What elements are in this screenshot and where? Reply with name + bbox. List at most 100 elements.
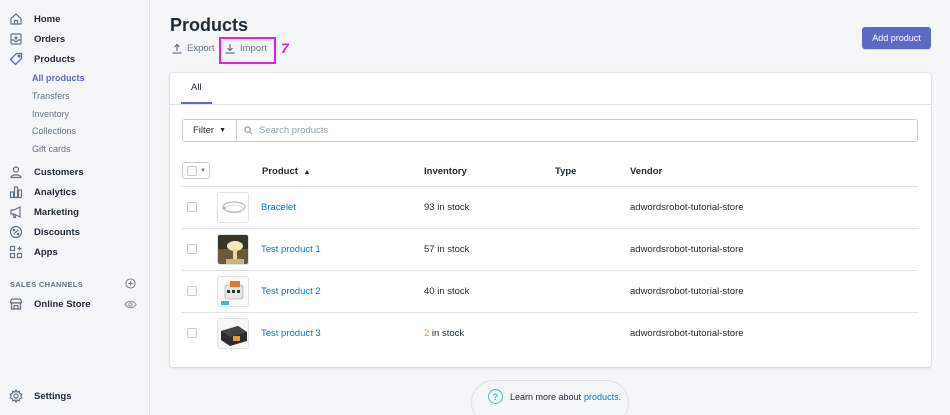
eye-icon[interactable] bbox=[124, 299, 137, 310]
nav-home[interactable]: Home bbox=[8, 10, 60, 28]
subnav-gift-cards[interactable]: Gift cards bbox=[32, 144, 71, 154]
tag-icon bbox=[8, 51, 24, 67]
tab-divider bbox=[170, 104, 931, 105]
export-label: Export bbox=[187, 43, 215, 54]
learn-more-text: Learn more about bbox=[510, 391, 582, 402]
column-product[interactable]: Product ▲ bbox=[262, 166, 310, 177]
person-icon bbox=[8, 164, 24, 180]
product-thumbnail-test-product-1 bbox=[217, 234, 249, 265]
search-input[interactable] bbox=[259, 125, 859, 136]
import-highlight-box bbox=[219, 37, 276, 64]
caret-down-icon: ▼ bbox=[200, 167, 206, 174]
inventory-cell: 93 in stock bbox=[424, 202, 469, 213]
nav-discounts-label: Discounts bbox=[34, 226, 80, 238]
nav-analytics-label: Analytics bbox=[34, 186, 77, 198]
learn-more-box: ? Learn more about products. bbox=[471, 380, 629, 415]
nav-products-label: Products bbox=[34, 53, 76, 65]
inventory-count: 93 bbox=[424, 202, 435, 213]
learn-more-link[interactable]: products. bbox=[584, 392, 621, 402]
caret-down-icon: ▼ bbox=[219, 127, 227, 134]
add-product-button[interactable]: Add product bbox=[862, 27, 931, 49]
vendor-cell: adwordsrobot-tutorial-store bbox=[630, 202, 744, 213]
inventory-suffix: in stock bbox=[434, 286, 470, 297]
bulk-select-checkbox[interactable]: ▼ bbox=[182, 162, 210, 179]
tab-all[interactable]: All bbox=[181, 73, 212, 104]
nav-settings[interactable]: Settings bbox=[8, 387, 71, 405]
nav-orders[interactable]: Orders bbox=[8, 30, 65, 48]
nav-customers[interactable]: Customers bbox=[8, 163, 84, 181]
sidebar: Home Orders Products All products Transf… bbox=[0, 0, 150, 415]
nav-home-label: Home bbox=[34, 13, 61, 25]
upload-icon bbox=[172, 43, 182, 54]
nav-marketing[interactable]: Marketing bbox=[8, 203, 79, 221]
filter-label: Filter bbox=[192, 125, 215, 136]
apps-icon bbox=[8, 244, 24, 260]
megaphone-icon bbox=[8, 204, 24, 220]
inventory-cell: 2 in stock bbox=[424, 328, 464, 339]
sort-ascending-icon: ▲ bbox=[303, 169, 311, 176]
product-thumbnail-test-product-2 bbox=[217, 276, 249, 307]
table-row[interactable]: Test product 3 2 in stock adwordsrobot-t… bbox=[181, 312, 918, 354]
orders-icon bbox=[8, 31, 24, 47]
row-checkbox[interactable] bbox=[187, 286, 197, 296]
inventory-cell: 40 in stock bbox=[424, 286, 469, 297]
inventory-cell: 57 in stock bbox=[424, 244, 469, 255]
column-product-label: Product bbox=[262, 166, 298, 177]
column-inventory: Inventory bbox=[424, 166, 467, 177]
page-title: Products bbox=[170, 15, 249, 35]
table-row[interactable]: Test product 2 40 in stock adwordsrobot-… bbox=[181, 270, 918, 312]
search-icon bbox=[244, 126, 253, 135]
vendor-cell: adwordsrobot-tutorial-store bbox=[630, 286, 744, 297]
nav-apps[interactable]: Apps bbox=[8, 243, 58, 261]
subnav-all-products[interactable]: All products bbox=[32, 73, 85, 83]
nav-online-store[interactable]: Online Store bbox=[8, 295, 90, 313]
column-vendor: Vendor bbox=[630, 166, 663, 177]
inventory-count: 57 bbox=[424, 244, 435, 255]
nav-settings-label: Settings bbox=[34, 390, 72, 402]
row-checkbox[interactable] bbox=[187, 328, 197, 338]
store-icon bbox=[8, 296, 24, 312]
nav-analytics[interactable]: Analytics bbox=[8, 183, 76, 201]
filter-button[interactable]: Filter ▼ bbox=[182, 119, 237, 142]
export-button[interactable]: Export bbox=[172, 43, 214, 54]
inventory-suffix: in stock bbox=[434, 202, 470, 213]
row-checkbox[interactable] bbox=[187, 244, 197, 254]
nav-online-store-label: Online Store bbox=[34, 298, 91, 310]
nav-apps-label: Apps bbox=[34, 246, 58, 258]
select-all-checkbox[interactable] bbox=[187, 165, 197, 176]
products-card: All Filter ▼ ▼ Product ▲ Inventory Type … bbox=[170, 73, 931, 367]
subnav-transfers[interactable]: Transfers bbox=[32, 91, 70, 101]
gear-icon bbox=[8, 388, 24, 404]
nav-discounts[interactable]: Discounts bbox=[8, 223, 80, 241]
table-header: ▼ Product ▲ Inventory Type Vendor bbox=[170, 159, 931, 187]
vendor-cell: adwordsrobot-tutorial-store bbox=[630, 328, 744, 339]
sales-channels-title: SALES CHANNELS bbox=[10, 280, 83, 289]
question-icon: ? bbox=[488, 389, 503, 404]
inventory-count: 40 bbox=[424, 286, 435, 297]
annotation-step-number: 7 bbox=[281, 40, 289, 56]
nav-customers-label: Customers bbox=[34, 166, 84, 178]
inventory-suffix: in stock bbox=[434, 244, 470, 255]
add-channel-icon[interactable] bbox=[125, 278, 136, 289]
column-type: Type bbox=[555, 166, 577, 177]
subnav-collections[interactable]: Collections bbox=[32, 126, 76, 136]
bar-chart-icon bbox=[8, 184, 24, 200]
search-field[interactable] bbox=[236, 119, 918, 142]
subnav-inventory[interactable]: Inventory bbox=[32, 109, 69, 119]
home-icon bbox=[8, 11, 24, 27]
product-name-link[interactable]: Test product 2 bbox=[261, 286, 321, 297]
discount-icon bbox=[8, 224, 24, 240]
table-row[interactable]: Test product 1 57 in stock adwordsrobot-… bbox=[181, 228, 918, 270]
row-checkbox[interactable] bbox=[187, 202, 197, 212]
inventory-suffix: in stock bbox=[429, 328, 465, 339]
product-name-link[interactable]: Test product 1 bbox=[261, 244, 321, 255]
vendor-cell: adwordsrobot-tutorial-store bbox=[630, 244, 744, 255]
nav-products[interactable]: Products bbox=[8, 50, 75, 68]
product-name-link[interactable]: Test product 3 bbox=[261, 328, 321, 339]
product-name-link[interactable]: Bracelet bbox=[261, 202, 296, 213]
product-thumbnail-bracelet bbox=[217, 192, 249, 223]
nav-orders-label: Orders bbox=[34, 33, 66, 45]
nav-marketing-label: Marketing bbox=[34, 206, 79, 218]
product-thumbnail-test-product-3 bbox=[217, 318, 249, 349]
table-row[interactable]: Bracelet 93 in stock adwordsrobot-tutori… bbox=[181, 186, 918, 228]
